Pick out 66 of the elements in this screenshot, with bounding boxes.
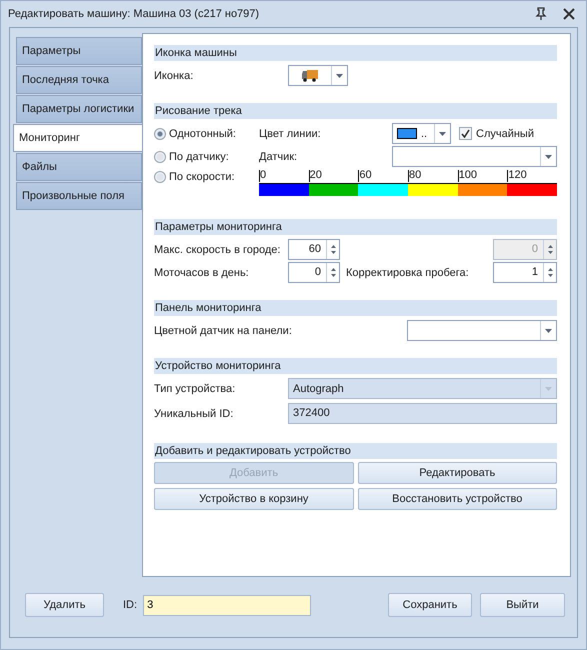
- delete-button[interactable]: Удалить: [25, 593, 104, 617]
- number-spinner[interactable]: 0: [288, 262, 340, 283]
- truck-icon: [302, 70, 318, 82]
- number-spinner[interactable]: 1: [493, 262, 557, 283]
- spin-arrows-icon: [548, 244, 552, 255]
- scale-tick-label: 100: [458, 170, 508, 182]
- field-label: ID:: [123, 599, 138, 611]
- sensor-dropdown[interactable]: [407, 320, 557, 341]
- sidebar-tab[interactable]: Параметры: [16, 37, 142, 65]
- section-heading: Иконка машины: [154, 45, 557, 61]
- field-label: Цвет линии:: [259, 128, 322, 140]
- sidebar-tab[interactable]: Последняя точка: [16, 66, 142, 94]
- icon-dropdown[interactable]: [288, 65, 348, 86]
- swatch-text: ..: [421, 128, 428, 140]
- section-heading: Добавить и редактировать устройство: [154, 443, 557, 459]
- number-spinner[interactable]: 60: [288, 239, 340, 260]
- caret-icon: [545, 154, 552, 158]
- radio-label: По датчику:: [169, 150, 229, 162]
- scale-tick-label: 80: [408, 170, 458, 182]
- sidebar-tab[interactable]: Файлы: [16, 153, 142, 181]
- action-button[interactable]: Восстановить устройство: [358, 488, 557, 510]
- field-label: Цветной датчик на панели:: [154, 324, 293, 336]
- field-label: Тип устройства:: [154, 382, 236, 394]
- scale-tick-label: 60: [358, 170, 408, 182]
- caret-icon: [439, 132, 446, 136]
- caret-icon: [545, 328, 552, 332]
- pin-icon[interactable]: [534, 7, 548, 21]
- save-button[interactable]: Сохранить: [388, 593, 472, 617]
- field-label: Уникальный ID:: [154, 408, 234, 420]
- spin-arrows-icon: [330, 267, 336, 278]
- action-button[interactable]: Устройство в корзину: [154, 488, 354, 510]
- radio-button[interactable]: [154, 150, 166, 162]
- unique-id-field[interactable]: 372400: [288, 403, 557, 424]
- color-dropdown[interactable]: ..: [392, 123, 451, 144]
- caret-icon: [545, 386, 552, 390]
- sidebar-tab[interactable]: Параметры логистики: [16, 95, 142, 123]
- section-heading: Панель мониторинга: [154, 300, 557, 316]
- scale-tick-label: 120: [507, 170, 558, 182]
- scale-tick-label: 20: [308, 170, 358, 182]
- radio-button[interactable]: [154, 171, 166, 183]
- section-heading: Устройство мониторинга: [154, 358, 557, 374]
- radio-label: По скорости:: [169, 171, 235, 183]
- exit-button[interactable]: Выйти: [480, 593, 565, 617]
- checkbox-label: Случайный: [476, 128, 534, 140]
- field-label: Иконка:: [154, 70, 194, 82]
- section-heading: Параметры мониторинга: [154, 219, 557, 235]
- sidebar-tab[interactable]: Мониторинг: [13, 124, 142, 152]
- field-label: Макс. скорость в городе:: [154, 244, 282, 256]
- radio-button[interactable]: [154, 128, 166, 140]
- action-button[interactable]: Редактировать: [358, 462, 557, 484]
- field-label: Моточасов в день:: [154, 266, 250, 278]
- spin-arrows-icon: [330, 244, 336, 255]
- section-heading: Рисование трека: [154, 103, 557, 119]
- id-field[interactable]: 3: [143, 594, 312, 616]
- scale-tick-label: 0: [259, 170, 309, 182]
- sensor-dropdown[interactable]: [392, 146, 557, 167]
- caret-icon: [336, 74, 343, 78]
- close-icon[interactable]: [562, 7, 576, 21]
- radio-label: Однотонный:: [169, 128, 236, 140]
- field-label: Корректировка пробега:: [346, 266, 469, 278]
- spin-arrows-icon: [548, 267, 552, 278]
- window-title: Редактировать машину: Машина 03 (с217 но797): [8, 8, 260, 20]
- checkbox[interactable]: [459, 127, 472, 140]
- sidebar-tab[interactable]: Произвольные поля: [16, 182, 142, 210]
- color-swatch: [397, 128, 417, 139]
- field-label: Датчик:: [259, 150, 298, 162]
